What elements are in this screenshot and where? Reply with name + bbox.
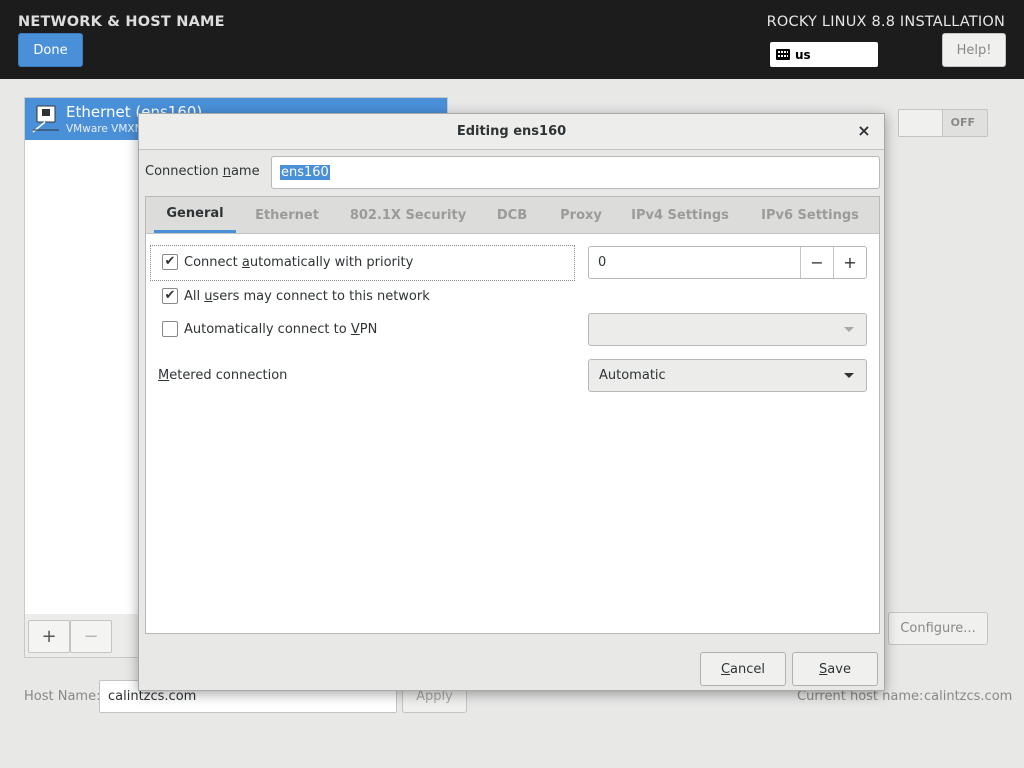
all-users-checkbox[interactable]: ✔ All users may connect to this network: [162, 288, 430, 304]
checkbox-unchecked-icon: [162, 321, 178, 337]
tab-proxy[interactable]: Proxy: [550, 197, 612, 233]
remove-device-button[interactable]: −: [70, 620, 112, 653]
host-name-label: Host Name:: [24, 689, 101, 704]
tab-ipv4-settings[interactable]: IPv4 Settings: [622, 197, 738, 233]
toggle-knob: [899, 110, 943, 136]
configure-button[interactable]: Configure...: [888, 612, 988, 645]
priority-increment-button[interactable]: +: [833, 247, 866, 278]
keyboard-layout-indicator[interactable]: us: [770, 42, 878, 67]
auto-connect-label: Connect automatically with priority: [184, 254, 414, 270]
auto-vpn-label: Automatically connect to VPN: [184, 321, 378, 337]
auto-vpn-checkbox[interactable]: Automatically connect to VPN: [162, 321, 377, 337]
chevron-down-icon: [844, 373, 854, 378]
ethernet-icon: [32, 105, 59, 133]
connection-name-value: ens160: [280, 165, 330, 180]
current-host-name-value: calintzcs.com: [924, 689, 1013, 704]
all-users-label: All users may connect to this network: [184, 288, 430, 304]
tab-8021x-security[interactable]: 802.1X Security: [340, 197, 476, 233]
help-button[interactable]: Help!: [942, 33, 1006, 67]
connection-name-input[interactable]: ens160: [271, 156, 880, 189]
current-host-name-label: Current host name:: [797, 689, 924, 704]
toggle-state-label: OFF: [950, 116, 975, 129]
close-icon[interactable]: ×: [856, 123, 872, 139]
metered-connection-select[interactable]: Automatic: [588, 359, 867, 392]
tab-ethernet[interactable]: Ethernet: [246, 197, 328, 233]
dialog-title: Editing ens160: [139, 114, 884, 150]
checkbox-checked-icon: ✔: [162, 254, 178, 270]
device-toggle[interactable]: OFF: [898, 109, 988, 137]
priority-value: 0: [598, 255, 607, 270]
keyboard-icon: [776, 49, 790, 60]
metered-connection-label: Metered connection: [158, 368, 288, 383]
auto-connect-checkbox[interactable]: ✔ Connect automatically with priority: [162, 254, 413, 270]
save-button[interactable]: Save: [792, 652, 878, 686]
tab-ipv6-settings[interactable]: IPv6 Settings: [752, 197, 868, 233]
cancel-button[interactable]: Cancel: [700, 652, 786, 686]
tab-bar: General Ethernet 802.1X Security DCB Pro…: [146, 197, 879, 234]
metered-select-value: Automatic: [599, 368, 666, 383]
page-title: NETWORK & HOST NAME: [18, 14, 225, 30]
tab-general[interactable]: General: [154, 197, 236, 233]
tab-dcb[interactable]: DCB: [486, 197, 538, 233]
connection-name-label: Connection name: [145, 164, 260, 179]
checkbox-checked-icon: ✔: [162, 288, 178, 304]
priority-decrement-button[interactable]: −: [800, 247, 833, 278]
editing-connection-dialog: Editing ens160 × Connection name ens160 …: [138, 113, 885, 691]
add-device-button[interactable]: +: [28, 620, 70, 653]
done-button[interactable]: Done: [18, 33, 83, 67]
installation-title: ROCKY LINUX 8.8 INSTALLATION: [766, 14, 1005, 30]
priority-spinbutton[interactable]: 0 − +: [588, 246, 867, 279]
top-bar: NETWORK & HOST NAME Done ROCKY LINUX 8.8…: [0, 0, 1024, 79]
chevron-down-icon: [844, 327, 854, 332]
vpn-select[interactable]: [588, 313, 867, 346]
keyboard-layout-label: us: [795, 47, 811, 62]
